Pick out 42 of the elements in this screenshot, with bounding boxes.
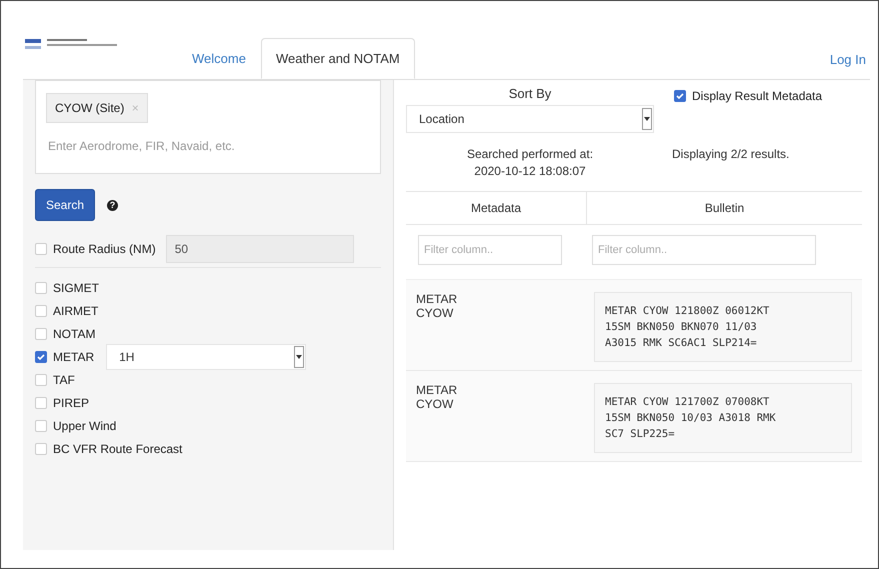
checkbox[interactable] xyxy=(35,350,47,362)
checkbox-label: METAR xyxy=(53,350,94,364)
time-select[interactable]: 1H xyxy=(106,344,306,370)
caret-icon xyxy=(294,346,304,368)
checkbox-label: Route Radius (NM) xyxy=(53,242,156,256)
checkbox[interactable] xyxy=(674,90,686,102)
checkbox-label: SIGMET xyxy=(53,280,100,294)
bulletin-text: 15SM BKN050 BKN070 11/03 xyxy=(605,321,758,333)
checkbox-label: AIRMET xyxy=(53,304,98,318)
bulletin-text: METAR CYOW 121800Z 06012KT xyxy=(605,305,770,317)
filter-input[interactable]: Filter column.. xyxy=(418,235,562,265)
bulletin-text: SC7 SLP225= xyxy=(605,428,676,440)
aerodrome-input[interactable]: Enter Aerodrome, FIR, Navaid, etc. xyxy=(46,139,372,153)
checkbox-label: NOTAM xyxy=(53,326,96,340)
checkbox-label: BC VFR Route Forecast xyxy=(53,442,182,456)
bulletin-text: 15SM BKN050 10/03 A3018 RMK xyxy=(605,412,777,424)
search-button[interactable]: Search xyxy=(35,189,96,221)
sort-select[interactable]: Location xyxy=(406,105,654,133)
login-link[interactable]: Log In xyxy=(830,40,866,79)
metadata-text: METAR xyxy=(416,292,458,306)
help-icon[interactable]: ? xyxy=(107,200,118,210)
result-count: Displaying 2/2 results. xyxy=(672,147,790,163)
column-header[interactable]: Bulletin xyxy=(587,201,862,215)
metadata-text: METAR xyxy=(416,383,458,397)
checkbox-label: Display Result Metadata xyxy=(692,89,822,103)
metadata-text: CYOW xyxy=(416,397,454,411)
caret-icon xyxy=(642,108,652,130)
bulletin-text: METAR CYOW 121700Z 07008KT xyxy=(605,396,770,408)
checkbox-label: TAF xyxy=(53,372,75,386)
column-header[interactable]: Metadata xyxy=(406,192,587,224)
metadata-text: CYOW xyxy=(416,306,454,320)
nav-tab[interactable]: Weather and NOTAM xyxy=(260,38,415,79)
search-field[interactable]: CYOW (Site) × Enter Aerodrome, FIR, Navaid, etc. xyxy=(35,80,381,174)
checkbox-label: PIREP xyxy=(53,396,90,410)
search-time-text: Searched performed at: xyxy=(466,147,594,161)
search-time-text: 2020-10-12 18:08:07 xyxy=(474,164,586,178)
filter-input[interactable]: Filter column.. xyxy=(592,235,816,265)
chip-label: CYOW (Site) xyxy=(55,101,124,115)
sort-label: Sort By xyxy=(508,86,552,101)
nav-tab[interactable]: Welcome xyxy=(177,38,261,79)
bulletin-text: A3015 RMK SC6AC1 SLP214= xyxy=(605,337,758,349)
checkbox-label: Upper Wind xyxy=(53,418,116,432)
